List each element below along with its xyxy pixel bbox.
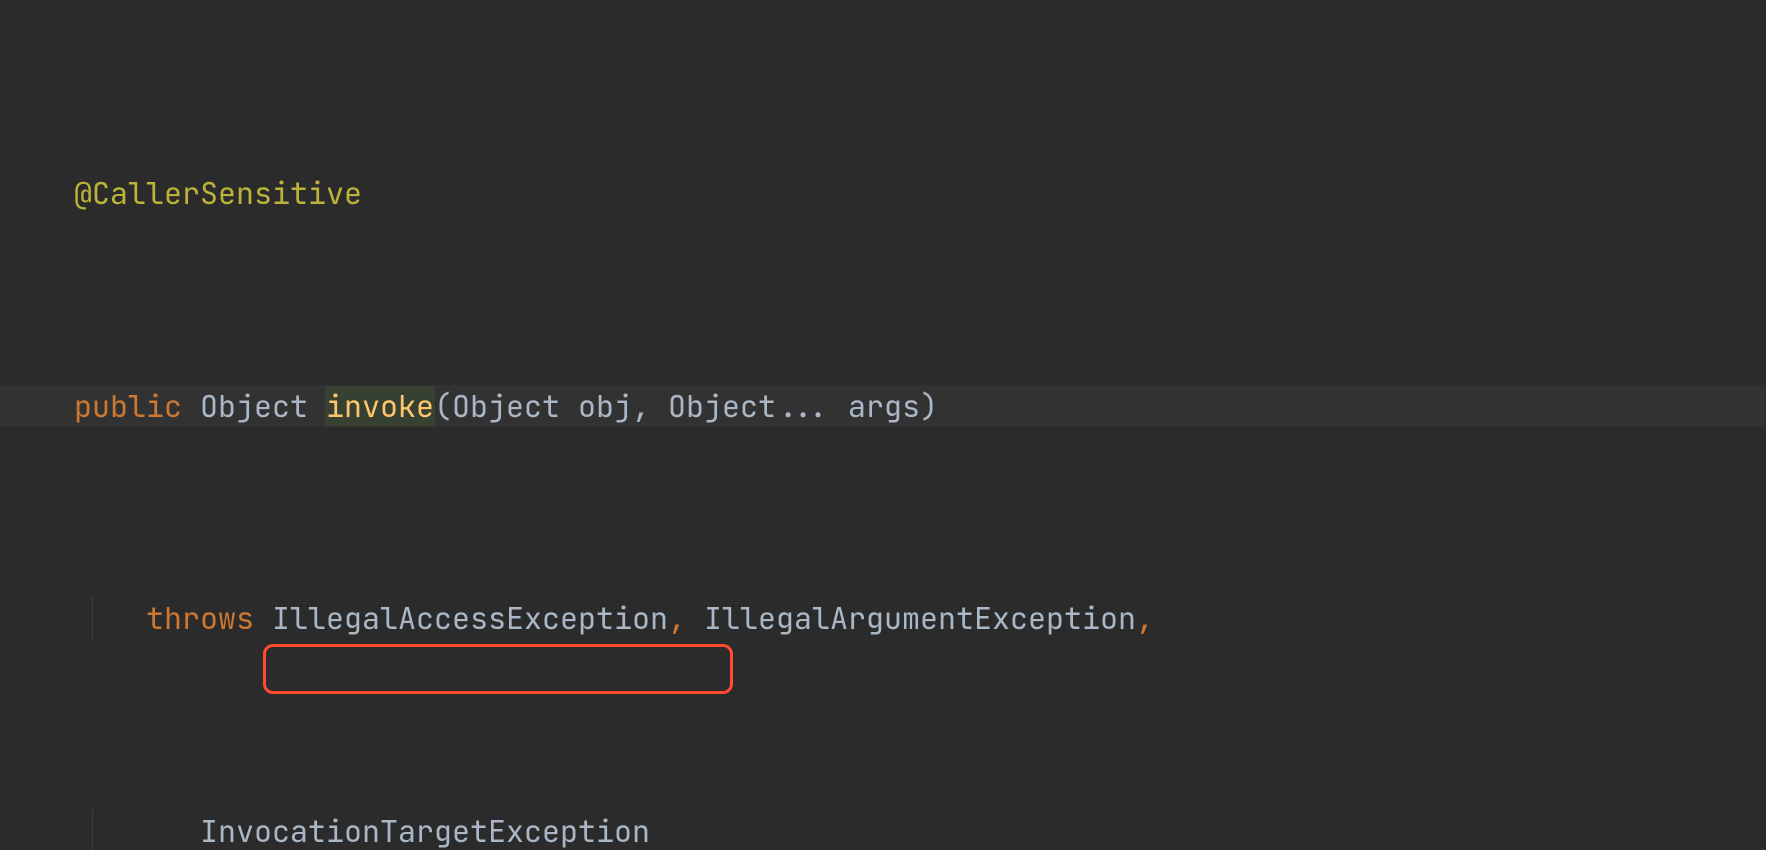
code-line[interactable]: @CallerSensitive	[0, 172, 1766, 215]
code-line[interactable]: InvocationTargetException	[0, 810, 1766, 850]
type: Object	[200, 386, 308, 426]
keyword-throws: throws	[146, 598, 254, 638]
method-name: invoke	[325, 386, 435, 426]
annotation: @CallerSensitive	[74, 173, 362, 213]
exception: InvocationTargetException	[200, 811, 650, 850]
keyword-public: public	[74, 386, 182, 426]
annotation-highlight-box	[263, 644, 733, 694]
exception: IllegalAccessException	[272, 598, 668, 638]
code-editor[interactable]: @CallerSensitive public Object invoke(Ob…	[0, 0, 1766, 850]
code-line-current[interactable]: public Object invoke(Object obj, Object.…	[0, 385, 1766, 428]
params: (Object obj, Object... args)	[434, 386, 938, 426]
exception: IllegalArgumentException	[704, 598, 1136, 638]
code-line[interactable]: throws IllegalAccessException, IllegalAr…	[0, 597, 1766, 640]
